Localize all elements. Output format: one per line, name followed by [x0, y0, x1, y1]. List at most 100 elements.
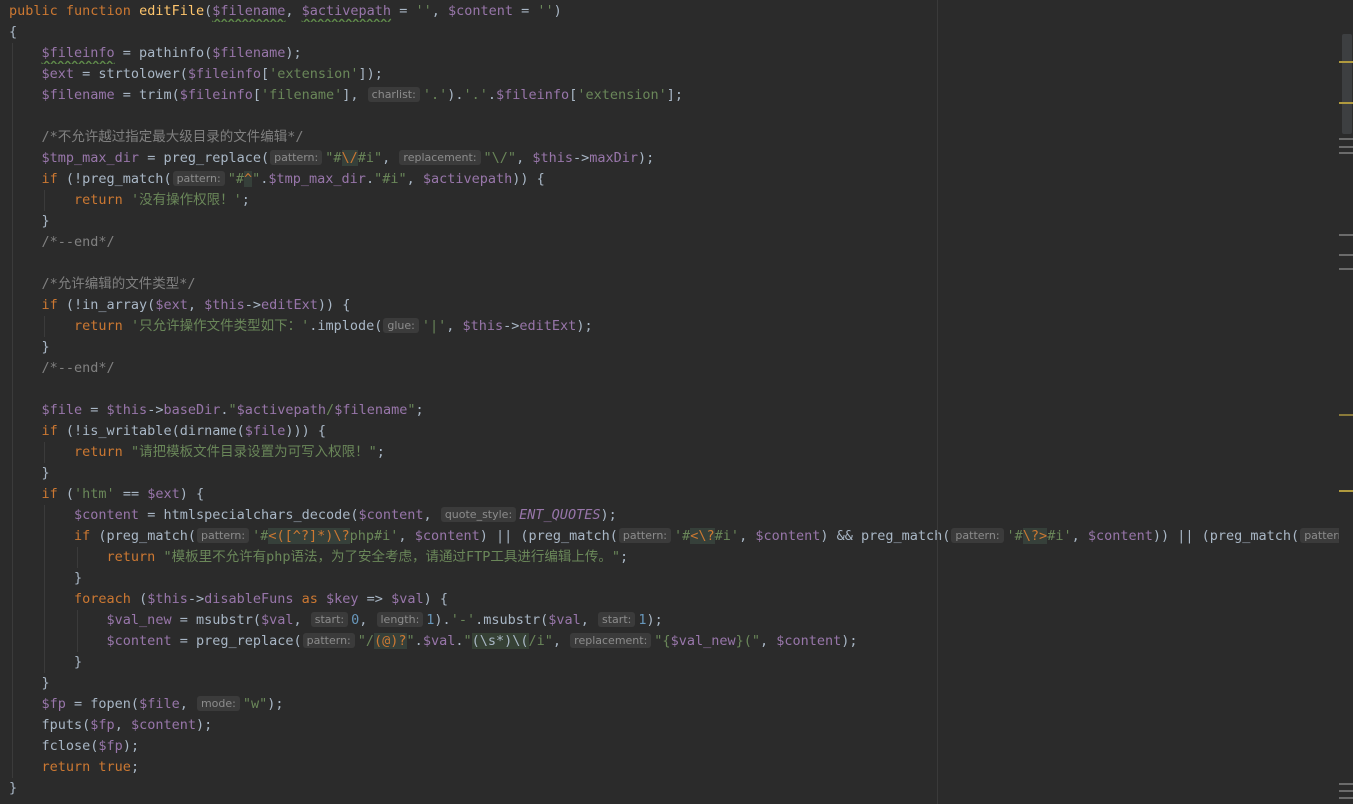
scrollbar-marker[interactable] [1339, 790, 1353, 792]
scrollbar-marker[interactable] [1339, 152, 1353, 154]
code-text: ); [285, 45, 302, 61]
code-text: )) { [317, 297, 351, 313]
variable: $val [391, 591, 424, 607]
scrollbar-marker[interactable] [1339, 414, 1353, 416]
code-line[interactable]: $fp = fopen($file, mode: "w"); [9, 694, 1341, 715]
code-line[interactable]: if ('htm' == $ext) { [9, 484, 1341, 505]
code-line[interactable]: public function editFile($filename, $act… [9, 1, 1341, 22]
code-text: .implode( [309, 318, 383, 334]
code-line[interactable]: return '只允许操作文件类型如下：'.implode(glue: '|', … [9, 316, 1341, 337]
code-text: ) || (preg_match( [479, 528, 618, 544]
code-text: ))) { [285, 423, 326, 439]
code-line[interactable]: $filename = trim($fileinfo['filename'], … [9, 85, 1341, 106]
scrollbar-marker[interactable] [1339, 797, 1353, 799]
code-text: } [74, 654, 83, 670]
code-text: fclose( [41, 738, 99, 754]
code-text: fputs( [41, 717, 91, 733]
string-literal: "# [227, 171, 244, 187]
code-line[interactable]: /*允许编辑的文件类型*/ [9, 274, 1341, 295]
code-line[interactable]: if (!preg_match(pattern: "#^".$tmp_max_di… [9, 169, 1341, 190]
code-line[interactable]: /*不允许越过指定最大级目录的文件编辑*/ [9, 127, 1341, 148]
code-editor[interactable]: public function editFile($filename, $act… [0, 0, 1353, 804]
scrollbar-marker[interactable] [1339, 61, 1353, 63]
code-text: )) || (preg_match( [1152, 528, 1300, 544]
code-line[interactable] [9, 379, 1341, 400]
code-line[interactable]: $file = $this->baseDir."$activepath/$fil… [9, 400, 1341, 421]
code-text: -> [503, 318, 520, 334]
scrollbar-marker[interactable] [1339, 490, 1353, 492]
code-text: ]; [666, 87, 683, 103]
code-line[interactable]: if (preg_match(pattern: '#<([^?]*)\?php#i… [9, 526, 1341, 547]
string-literal: "#i" [374, 171, 407, 187]
code-text: , [179, 696, 196, 712]
variable: $val_new [106, 612, 172, 628]
code-line[interactable] [9, 106, 1341, 127]
variable: $content [1087, 528, 1153, 544]
vertical-scrollbar[interactable] [1339, 0, 1353, 804]
code-line[interactable]: return "请把模板文件目录设置为可写入权限！"; [9, 442, 1341, 463]
code-text: } [9, 780, 18, 796]
code-line[interactable] [9, 253, 1341, 274]
code-text: -> [147, 402, 164, 418]
code-line[interactable]: return "模板里不允许有php语法，为了安全考虑，请通过FTP工具进行编辑… [9, 547, 1341, 568]
scrollbar-marker[interactable] [1339, 254, 1353, 256]
string-literal: " [228, 402, 237, 418]
code-text: .msubstr( [475, 612, 549, 628]
code-line[interactable]: } [9, 673, 1341, 694]
variable: $activepath [301, 3, 392, 19]
code-line[interactable]: { [9, 22, 1341, 43]
code-line[interactable]: } [9, 778, 1341, 799]
scrollbar-marker[interactable] [1339, 783, 1353, 785]
code-text: , [187, 297, 205, 313]
scrollbar-marker[interactable] [1339, 268, 1353, 270]
string-literal: #i" [357, 150, 383, 166]
code-text: ]); [358, 66, 383, 82]
code-line[interactable]: /*--end*/ [9, 232, 1341, 253]
variable: $val [422, 633, 456, 649]
scrollbar-marker[interactable] [1339, 102, 1353, 104]
code-line[interactable]: } [9, 337, 1341, 358]
code-line[interactable]: $tmp_max_dir = preg_replace(pattern: "#\/… [9, 148, 1341, 169]
code-text: , [398, 528, 415, 544]
code-line[interactable]: return '没有操作权限！'; [9, 190, 1341, 211]
keyword: if [41, 486, 66, 502]
string-literal: 'extension' [577, 87, 667, 103]
code-line[interactable]: fputs($fp, $content); [9, 715, 1341, 736]
parameter-hint: start: [310, 612, 349, 627]
code-line[interactable]: } [9, 652, 1341, 673]
code-line[interactable]: return true; [9, 757, 1341, 778]
code-line[interactable]: $content = htmlspecialchars_decode($cont… [9, 505, 1341, 526]
scrollbar-marker[interactable] [1339, 146, 1353, 148]
code-line[interactable]: $content = preg_replace(pattern: "/(@)?".… [9, 631, 1341, 652]
code-text: = preg_replace( [171, 633, 302, 649]
code-line[interactable]: if (!is_writable(dirname($file))) { [9, 421, 1341, 442]
code-text: ; [241, 192, 250, 208]
variable: $filename [334, 402, 408, 418]
comment: /*--end*/ [41, 234, 115, 250]
code-line[interactable]: } [9, 463, 1341, 484]
parameter-hint: start: [598, 612, 636, 627]
code-text: [ [252, 87, 261, 103]
code-text: -> [187, 591, 205, 607]
scrollbar-marker[interactable] [1339, 234, 1353, 236]
scrollbar-marker[interactable] [1339, 138, 1353, 140]
variable: $tmp_max_dir [268, 171, 366, 187]
code-line[interactable]: } [9, 211, 1341, 232]
code-line[interactable]: if (!in_array($ext, $this->editExt)) { [9, 295, 1341, 316]
code-line[interactable]: fclose($fp); [9, 736, 1341, 757]
keyword: true [98, 759, 131, 775]
keyword: function [65, 3, 140, 19]
code-line[interactable]: } [9, 568, 1341, 589]
code-text: -> [572, 150, 590, 166]
code-line[interactable]: $ext = strtolower($fileinfo['extension']… [9, 64, 1341, 85]
code-line[interactable]: $val_new = msubstr($val, start: 0, length… [9, 610, 1341, 631]
string-literal: '没有操作权限！' [130, 192, 242, 208]
code-line[interactable]: foreach ($this->disableFuns as $key => $… [9, 589, 1341, 610]
code-line[interactable]: /*--end*/ [9, 358, 1341, 379]
code-line[interactable]: $fileinfo = pathinfo($filename); [9, 43, 1341, 64]
string-literal: '' [415, 3, 432, 19]
scrollbar-thumb[interactable] [1342, 34, 1352, 134]
